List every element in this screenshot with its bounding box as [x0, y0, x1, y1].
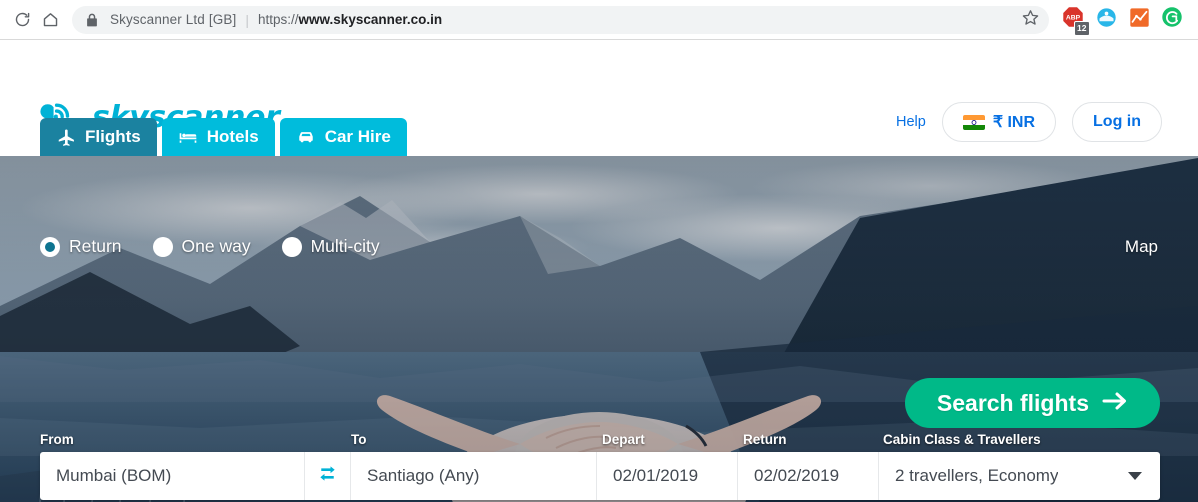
- analytics-extension-button[interactable]: [1127, 7, 1151, 33]
- primary-nav-tabs: Flights Hotels Car Hire: [40, 118, 407, 156]
- header-actions: Help ₹ INR Log in: [896, 102, 1162, 142]
- adblock-plus-button[interactable]: ABP 12: [1061, 7, 1090, 36]
- destination-field[interactable]: Santiago (Any): [351, 452, 597, 500]
- hero-overlay-tint: [0, 156, 1198, 502]
- map-link[interactable]: Map: [1125, 237, 1158, 257]
- field-labels-row: From To Depart Return Cabin Class & Trav…: [40, 432, 1158, 450]
- adblock-badge-count: 12: [1073, 21, 1090, 36]
- label-to: To: [351, 432, 367, 447]
- browser-toolbar: Skyscanner Ltd [GB] | https://www.skysca…: [0, 0, 1198, 40]
- destination-value: Santiago (Any): [367, 466, 480, 485]
- bed-icon: [178, 127, 198, 147]
- grammarly-extension-button[interactable]: [1160, 6, 1184, 33]
- reload-icon: [14, 11, 31, 28]
- tab-hotels-label: Hotels: [206, 127, 259, 146]
- label-cabin: Cabin Class & Travellers: [883, 432, 1041, 447]
- lock-icon: [86, 13, 98, 27]
- radio-selected-icon: [40, 236, 60, 257]
- cabin-class-travellers-value: 2 travellers, Economy: [895, 466, 1059, 485]
- search-flights-label: Search flights: [936, 389, 1089, 416]
- label-depart: Depart: [602, 432, 645, 447]
- url-text: https://www.skyscanner.co.in: [258, 12, 442, 27]
- browser-extension-button[interactable]: [1094, 7, 1118, 33]
- depart-date-value: 02/01/2019: [613, 466, 699, 485]
- hero-search-section: Return One way Multi-city Map From To De…: [0, 156, 1198, 502]
- tab-flights[interactable]: Flights: [40, 118, 157, 156]
- search-panel: Mumbai (BOM) Santiago (Any) 02/01/2019 0…: [40, 452, 1160, 500]
- tab-car-hire-label: Car Hire: [324, 127, 391, 146]
- trip-type-one-way[interactable]: One way: [152, 236, 251, 257]
- home-button[interactable]: [36, 6, 64, 34]
- url-domain: www.skyscanner.co.in: [298, 12, 443, 27]
- browser-extension-icon: [1096, 7, 1117, 33]
- tab-flights-label: Flights: [85, 127, 141, 146]
- arrow-right-icon: [1102, 390, 1128, 417]
- trip-type-one-way-label: One way: [181, 236, 251, 256]
- label-return: Return: [743, 432, 787, 447]
- extensions-tray: ABP 12: [1061, 6, 1190, 36]
- analytics-extension-icon: [1129, 7, 1150, 33]
- origin-value: Mumbai (BOM): [56, 466, 172, 485]
- home-icon: [42, 11, 59, 28]
- radio-unselected-icon: [152, 236, 173, 257]
- india-flag-icon: [962, 114, 985, 130]
- reload-button[interactable]: [8, 6, 36, 34]
- car-icon: [296, 127, 316, 147]
- search-flights-button[interactable]: Search flights: [904, 378, 1160, 428]
- origin-field[interactable]: Mumbai (BOM): [40, 452, 305, 500]
- swap-arrows-icon: [318, 465, 337, 487]
- label-from: From: [40, 432, 74, 447]
- trip-type-multi-city-label: Multi-city: [310, 236, 380, 256]
- cabin-class-travellers-field[interactable]: 2 travellers, Economy: [879, 452, 1160, 500]
- grammarly-extension-icon: [1161, 6, 1183, 33]
- radio-unselected-icon: [281, 236, 302, 257]
- currency-label: ₹ INR: [992, 114, 1036, 131]
- trip-type-row: Return One way Multi-city Map: [40, 236, 1158, 257]
- trip-type-return[interactable]: Return: [40, 236, 122, 257]
- depart-date-field[interactable]: 02/01/2019: [597, 452, 738, 500]
- chevron-down-icon: [1128, 472, 1142, 480]
- currency-selector-button[interactable]: ₹ INR: [941, 102, 1057, 142]
- address-bar[interactable]: Skyscanner Ltd [GB] | https://www.skysca…: [72, 5, 1049, 34]
- url-scheme: https://: [258, 12, 299, 27]
- site-identity-label: Skyscanner Ltd [GB]: [110, 12, 237, 27]
- plane-icon: [56, 127, 76, 147]
- bookmark-star-button[interactable]: [1017, 7, 1043, 33]
- help-link[interactable]: Help: [896, 114, 926, 130]
- login-button[interactable]: Log in: [1072, 102, 1162, 142]
- trip-type-return-label: Return: [69, 236, 122, 256]
- return-date-field[interactable]: 02/02/2019: [738, 452, 879, 500]
- site-header: skyscanner Help ₹ INR Log in: [0, 40, 1198, 156]
- bookmark-star-icon: [1022, 9, 1039, 31]
- return-date-value: 02/02/2019: [754, 466, 840, 485]
- tab-car-hire[interactable]: Car Hire: [279, 118, 407, 156]
- swap-origin-destination-button[interactable]: [305, 452, 351, 500]
- trip-type-multi-city[interactable]: Multi-city: [281, 236, 380, 257]
- login-label: Log in: [1093, 113, 1141, 130]
- url-separator: |: [245, 11, 250, 28]
- tab-hotels[interactable]: Hotels: [161, 118, 275, 156]
